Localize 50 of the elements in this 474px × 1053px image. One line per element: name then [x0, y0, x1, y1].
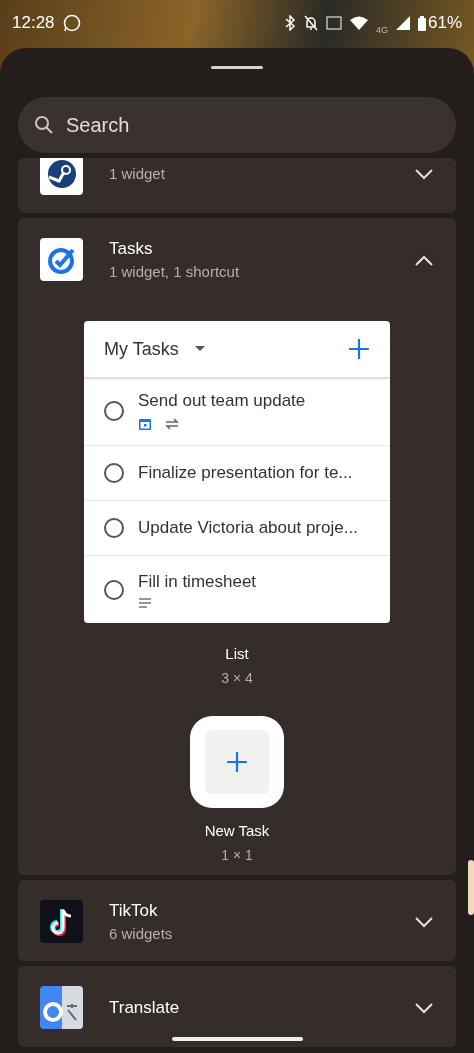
task-title: Send out team update [138, 391, 306, 411]
expand-icon[interactable] [414, 915, 434, 928]
bluetooth-icon [283, 15, 296, 31]
task-title: Finalize presentation for te... [138, 463, 353, 483]
notes-icon [138, 597, 152, 608]
task-row[interactable]: Update Victoria about proje... [84, 500, 390, 555]
task-title: Fill in timesheet [138, 571, 257, 592]
app-icon [40, 986, 83, 1029]
task-row[interactable]: Send out team update [84, 377, 390, 445]
signal-icon [395, 16, 410, 30]
clock: 12:28 [12, 13, 55, 33]
repeat-icon [164, 417, 180, 431]
task-checkbox[interactable] [104, 579, 124, 600]
calendar-icon [138, 417, 152, 431]
add-icon [226, 751, 248, 773]
add-icon [348, 338, 370, 360]
collapse-icon[interactable] [414, 253, 434, 266]
app-icon [40, 900, 83, 943]
task-row[interactable]: Fill in timesheet [84, 555, 390, 623]
chat-app-icon [62, 14, 81, 32]
wifi-icon [349, 16, 368, 30]
shortcut-preview[interactable] [190, 716, 284, 808]
task-checkbox[interactable] [104, 401, 124, 421]
task-title: Update Victoria about proje... [138, 518, 358, 538]
battery-level: 61% [427, 13, 462, 33]
dropdown-icon[interactable] [194, 346, 205, 352]
expand-icon[interactable] [414, 167, 434, 180]
task-checkbox[interactable] [104, 463, 124, 483]
list-title: My Tasks [104, 338, 179, 360]
widget-count: 6 widgets [109, 925, 174, 942]
task-list-widget[interactable]: My Tasks Send out team update Finalize presentation for te... Update Victoria about proje... Fill in timesheet [84, 321, 390, 623]
search-field[interactable]: Search [18, 97, 456, 153]
app-name: Tasks [109, 239, 154, 259]
task-checkbox[interactable] [104, 518, 124, 538]
app-icon [40, 238, 83, 281]
widget-count: 1 widget [109, 165, 166, 182]
muted-bell-icon [303, 15, 318, 31]
widget-size: 1 × 1 [221, 847, 253, 863]
task-row[interactable]: Finalize presentation for te... [84, 445, 390, 500]
widget-count: 1 widget, 1 shortcut [109, 263, 241, 280]
app-icon [40, 158, 83, 195]
network-type: 4G [375, 25, 388, 35]
battery-icon [417, 15, 426, 31]
widget-label: New Task [204, 822, 270, 839]
app-name: Translate [109, 997, 181, 1018]
search-icon [34, 115, 54, 135]
expand-icon[interactable] [414, 1001, 434, 1014]
widget-size: 3 × 4 [221, 670, 253, 686]
widget-label: List [225, 645, 249, 662]
app-name: TikTok [109, 901, 159, 921]
